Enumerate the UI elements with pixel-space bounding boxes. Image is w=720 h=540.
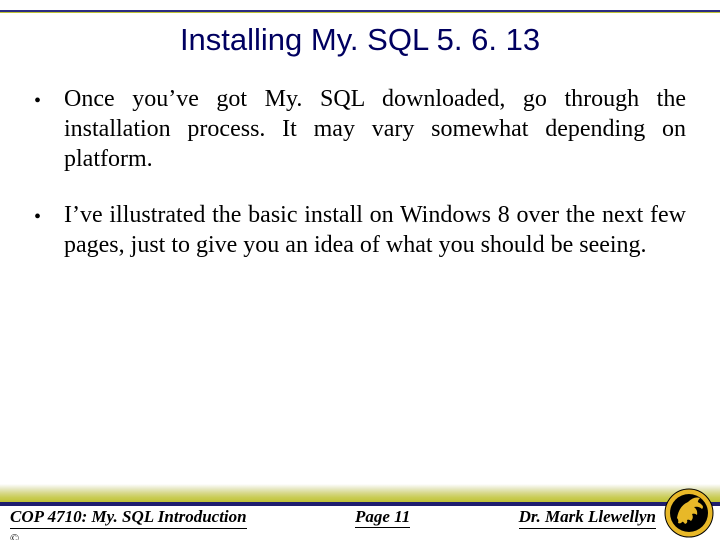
- bullet-marker: •: [34, 200, 64, 232]
- slide-body: • Once you’ve got My. SQL downloaded, go…: [0, 66, 720, 260]
- footer-gradient-bar: [0, 484, 720, 502]
- footer-text-row: COP 4710: My. SQL Introduction Page 11 D…: [0, 507, 720, 537]
- top-rule: [0, 10, 720, 13]
- footer-rule: [0, 501, 720, 506]
- footer: COP 4710: My. SQL Introduction Page 11 D…: [0, 490, 720, 540]
- bullet-text: Once you’ve got My. SQL downloaded, go t…: [64, 84, 686, 174]
- bullet-marker: •: [34, 84, 64, 116]
- bullet-item: • I’ve illustrated the basic install on …: [34, 200, 686, 260]
- bullet-item: • Once you’ve got My. SQL downloaded, go…: [34, 84, 686, 174]
- footer-page: Page 11: [247, 507, 519, 527]
- copyright-icon: ©: [10, 531, 19, 540]
- slide: Installing My. SQL 5. 6. 13 • Once you’v…: [0, 0, 720, 540]
- bullet-text: I’ve illustrated the basic install on Wi…: [64, 200, 686, 260]
- ucf-pegasus-logo-icon: [664, 488, 714, 538]
- footer-course: COP 4710: My. SQL Introduction: [0, 507, 247, 527]
- footer-page-label: Page 11: [355, 507, 410, 528]
